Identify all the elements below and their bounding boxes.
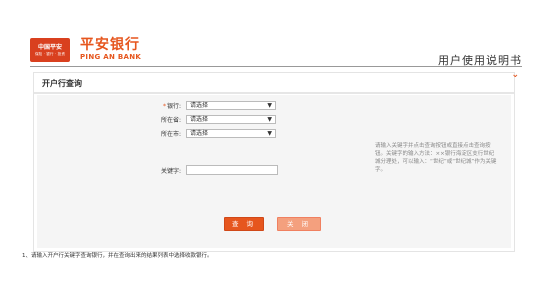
keyword-row: 关键字: xyxy=(155,166,183,175)
dropdown-arrow-icon: ▼ xyxy=(267,116,272,123)
bank-label: 银行: xyxy=(166,103,181,110)
footnote-instruction: 1、请输入开户行关键字查询银行，并在查询出来的结果列表中选择收款银行。 xyxy=(22,253,213,259)
province-row: 所在省: xyxy=(155,115,183,124)
dropdown-arrow-icon: ▼ xyxy=(267,102,272,109)
panel-header: 开户行查询 xyxy=(34,73,514,94)
brand-name-en: PING AN BANK xyxy=(80,53,142,61)
query-button[interactable]: 查 询 xyxy=(224,217,264,231)
close-button[interactable]: 关 闭 xyxy=(277,217,321,231)
keyword-hint: 请输入关键字并点击查询按钮或直接点击查询按钮。关键字的输入方法：××银行海淀区支… xyxy=(375,143,497,173)
province-select-value: 请选择 xyxy=(190,116,209,123)
city-select[interactable]: 请选择 ▼ xyxy=(186,129,276,138)
bank-select-value: 请选择 xyxy=(190,102,209,109)
chevron-down-icon: ⌄ xyxy=(511,70,519,80)
panel-title: 开户行查询 xyxy=(42,79,82,88)
city-row: 所在市: xyxy=(155,129,183,138)
city-select-value: 请选择 xyxy=(190,130,209,137)
city-label: 所在市: xyxy=(160,131,181,138)
brand-wordmark: 平安银行 PING AN BANK xyxy=(80,38,141,62)
dropdown-arrow-icon: ▼ xyxy=(267,130,272,137)
ping-an-group-logo: 中国平安 保险 · 银行 · 投资 xyxy=(30,38,70,62)
logo-tagline: 保险 · 银行 · 投资 xyxy=(34,51,66,56)
header-divider xyxy=(30,66,522,67)
keyword-label: 关键字: xyxy=(160,168,181,175)
province-label: 所在省: xyxy=(160,117,181,124)
bank-row: *银行: xyxy=(155,101,183,110)
bank-select[interactable]: 请选择 ▼ xyxy=(186,101,276,110)
keyword-input[interactable] xyxy=(186,165,278,175)
logo-text-cn: 中国平安 xyxy=(37,43,62,51)
required-mark: * xyxy=(162,103,166,110)
province-select[interactable]: 请选择 ▼ xyxy=(186,115,276,124)
brand-name-cn: 平安银行 xyxy=(80,37,140,53)
bank-logo: 中国平安 保险 · 银行 · 投资 平安银行 PING AN BANK xyxy=(30,35,141,65)
